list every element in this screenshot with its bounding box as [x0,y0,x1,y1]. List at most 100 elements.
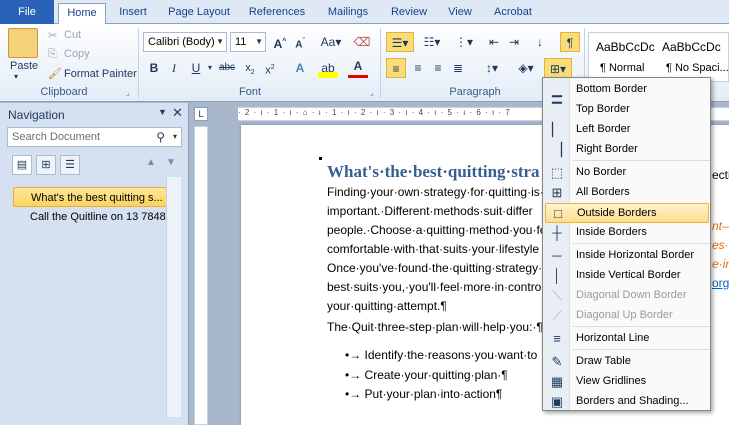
document-line[interactable]: Once·you've·found·the·quitting·strategy· [327,261,542,275]
document-line[interactable]: your·quitting·attempt.¶ [327,299,447,313]
paste-button[interactable]: Paste [10,60,38,72]
bullets-icon[interactable]: ☰▾ [386,32,414,52]
menu-item-diagonal-down-border[interactable]: ⟍ Diagonal Down Border [545,286,709,306]
format-painter-icon: 🖌 [48,68,62,80]
menu-item-inside-horizontal-border[interactable]: ─ Inside Horizontal Border [545,246,709,266]
document-line[interactable]: people.·Choose·a·quitting·method·you·fe [327,223,546,237]
decrease-indent-icon[interactable]: ⇤ [484,32,504,52]
menu-item-borders-and-shading[interactable]: ▣ Borders and Shading... [545,392,709,412]
document-line[interactable]: The·Quit·three-step·plan·will·help·you:·… [327,320,543,334]
align-center-icon[interactable]: ≡ [408,58,428,78]
style-normal-name[interactable]: ¶ Normal [600,62,644,74]
menu-item-all-borders[interactable]: ⊞ All Borders [545,183,709,203]
bullet-item[interactable]: •→ Identify·the·reasons·you·want·to [345,348,537,362]
document-line[interactable]: comfortable·with·that·suits·your·lifesty… [327,242,539,256]
bullet-item[interactable]: •→ Create·your·quitting·plan·¶ [345,368,508,382]
increase-indent-icon[interactable]: ⇥ [504,32,524,52]
tab-page-layout[interactable]: Page Layout [164,3,234,24]
shading-icon[interactable]: ◈▾ [512,58,540,78]
navigation-scrollbar[interactable] [166,177,181,417]
document-link[interactable]: org [712,276,729,290]
borders-button[interactable]: ⊞▾ [544,58,572,78]
style-no-spacing-preview[interactable]: AaBbCcDc [662,40,721,54]
document-heading[interactable]: What's·the·best·quitting·stra [327,162,540,182]
line-spacing-icon[interactable]: ↕▾ [478,58,506,78]
document-line[interactable]: best·suits·you,·you'll·feel·more·in·cont… [327,280,544,294]
heading-item[interactable]: What's the best quitting s... [13,187,171,207]
navigation-title: Navigation [8,108,65,122]
menu-item-right-border[interactable]: ▕ Right Border [545,140,709,160]
superscript-icon[interactable]: x2 [260,58,280,78]
tab-selector-icon[interactable]: L [194,107,208,121]
align-right-icon[interactable]: ≡ [428,58,448,78]
pane-options-icon[interactable]: ▼ [158,107,167,117]
browse-pages-icon[interactable]: ⊞ [36,155,56,175]
menu-item-no-border[interactable]: ⬚ No Border [545,163,709,183]
sort-icon[interactable]: ↓ [530,32,550,52]
multilevel-list-icon[interactable]: ⋮▾ [450,32,478,52]
close-icon[interactable]: ✕ [172,105,183,121]
menu-item-inside-vertical-border[interactable]: │ Inside Vertical Border [545,266,709,286]
menu-item-label: No Border [576,166,627,178]
menu-item-label: Diagonal Up Border [576,309,673,321]
tab-insert[interactable]: Insert [112,3,154,24]
text-effects-icon[interactable]: A [290,58,310,78]
grow-font-icon[interactable]: A^ [270,32,290,52]
tab-references[interactable]: References [244,3,310,24]
search-dropdown-icon[interactable]: ▾ [173,128,177,146]
copy-button[interactable]: Copy [64,48,90,60]
change-case-icon[interactable]: Aa▾ [318,32,344,52]
align-left-icon[interactable]: ≡ [386,58,406,78]
menu-item-draw-table[interactable]: ✎ Draw Table [545,352,709,372]
tab-view[interactable]: View [442,3,478,24]
font-name-value: Calibri (Body) [148,36,215,48]
shrink-font-icon[interactable]: Aˇ [290,32,310,52]
tab-acrobat[interactable]: Acrobat [488,3,538,24]
style-no-spacing-name[interactable]: ¶ No Spaci... [666,62,729,74]
italic-icon[interactable]: I [164,58,184,78]
tab-mailings[interactable]: Mailings [320,3,376,24]
vertical-ruler[interactable] [194,126,208,425]
next-heading-icon[interactable]: ▼ [166,157,176,168]
style-normal-preview[interactable]: AaBbCcDc [596,40,655,54]
tab-home[interactable]: Home [58,3,106,25]
menu-item-horizontal-line[interactable]: ≡ Horizontal Line [545,329,709,349]
search-icon[interactable]: ⚲ [156,128,165,146]
numbering-icon[interactable]: ☷▾ [418,32,446,52]
format-painter-button[interactable]: Format Painter [64,68,137,80]
justify-icon[interactable]: ≣ [448,58,468,78]
strikethrough-icon[interactable]: abc [216,58,238,78]
bold-icon[interactable]: B [144,58,164,78]
highlight-color-icon[interactable]: ab [318,58,338,78]
previous-heading-icon[interactable]: ▲ [146,157,156,168]
document-line[interactable]: Finding·your·own·strategy·for·quitting·i… [327,185,544,199]
menu-item-label: Top Border [576,103,630,115]
font-launcher-icon[interactable]: ⌟ [370,88,374,97]
paste-icon[interactable] [8,28,38,58]
tab-review[interactable]: Review [386,3,432,24]
menu-item-outside-borders[interactable]: □ Outside Borders [545,203,709,223]
menu-item-inside-borders[interactable]: ┼ Inside Borders [545,223,709,243]
font-color-icon[interactable]: A [348,58,368,78]
menu-item-view-gridlines[interactable]: ▦ View Gridlines [545,372,709,392]
paste-dropdown-icon[interactable]: ▾ [14,72,18,81]
menu-item-diagonal-up-border[interactable]: ⟋ Diagonal Up Border [545,306,709,326]
font-size-combo[interactable]: 11 ▼ [230,32,266,52]
heading-item[interactable]: Call the Quitline on 13 7848 [13,207,171,227]
clear-formatting-icon[interactable]: ⌫ [352,32,372,52]
bullet-item[interactable]: •→ Put·your·plan·into·action¶ [345,387,502,401]
menu-item-top-border[interactable]: ▔ Top Border [545,100,709,120]
document-line[interactable]: important.·Different·methods·suit·differ [327,204,533,218]
cut-button[interactable]: Cut [64,29,81,41]
clipboard-launcher-icon[interactable]: ⌟ [126,88,130,97]
tab-file[interactable]: File [0,0,54,24]
browse-headings-icon[interactable]: ▤ [12,155,32,175]
show-formatting-marks-icon[interactable]: ¶ [560,32,580,52]
search-input[interactable]: Search Document ⚲ ▾ [7,127,182,147]
menu-item-left-border[interactable]: ▏ Left Border [545,120,709,140]
outside-borders-icon: □ [554,206,562,221]
font-name-combo[interactable]: Calibri (Body) ▼ [143,32,227,52]
menu-item-bottom-border[interactable]: ▁ Bottom Border [545,80,709,100]
subscript-icon[interactable]: x2 [240,58,260,78]
browse-results-icon[interactable]: ☰ [60,155,80,175]
